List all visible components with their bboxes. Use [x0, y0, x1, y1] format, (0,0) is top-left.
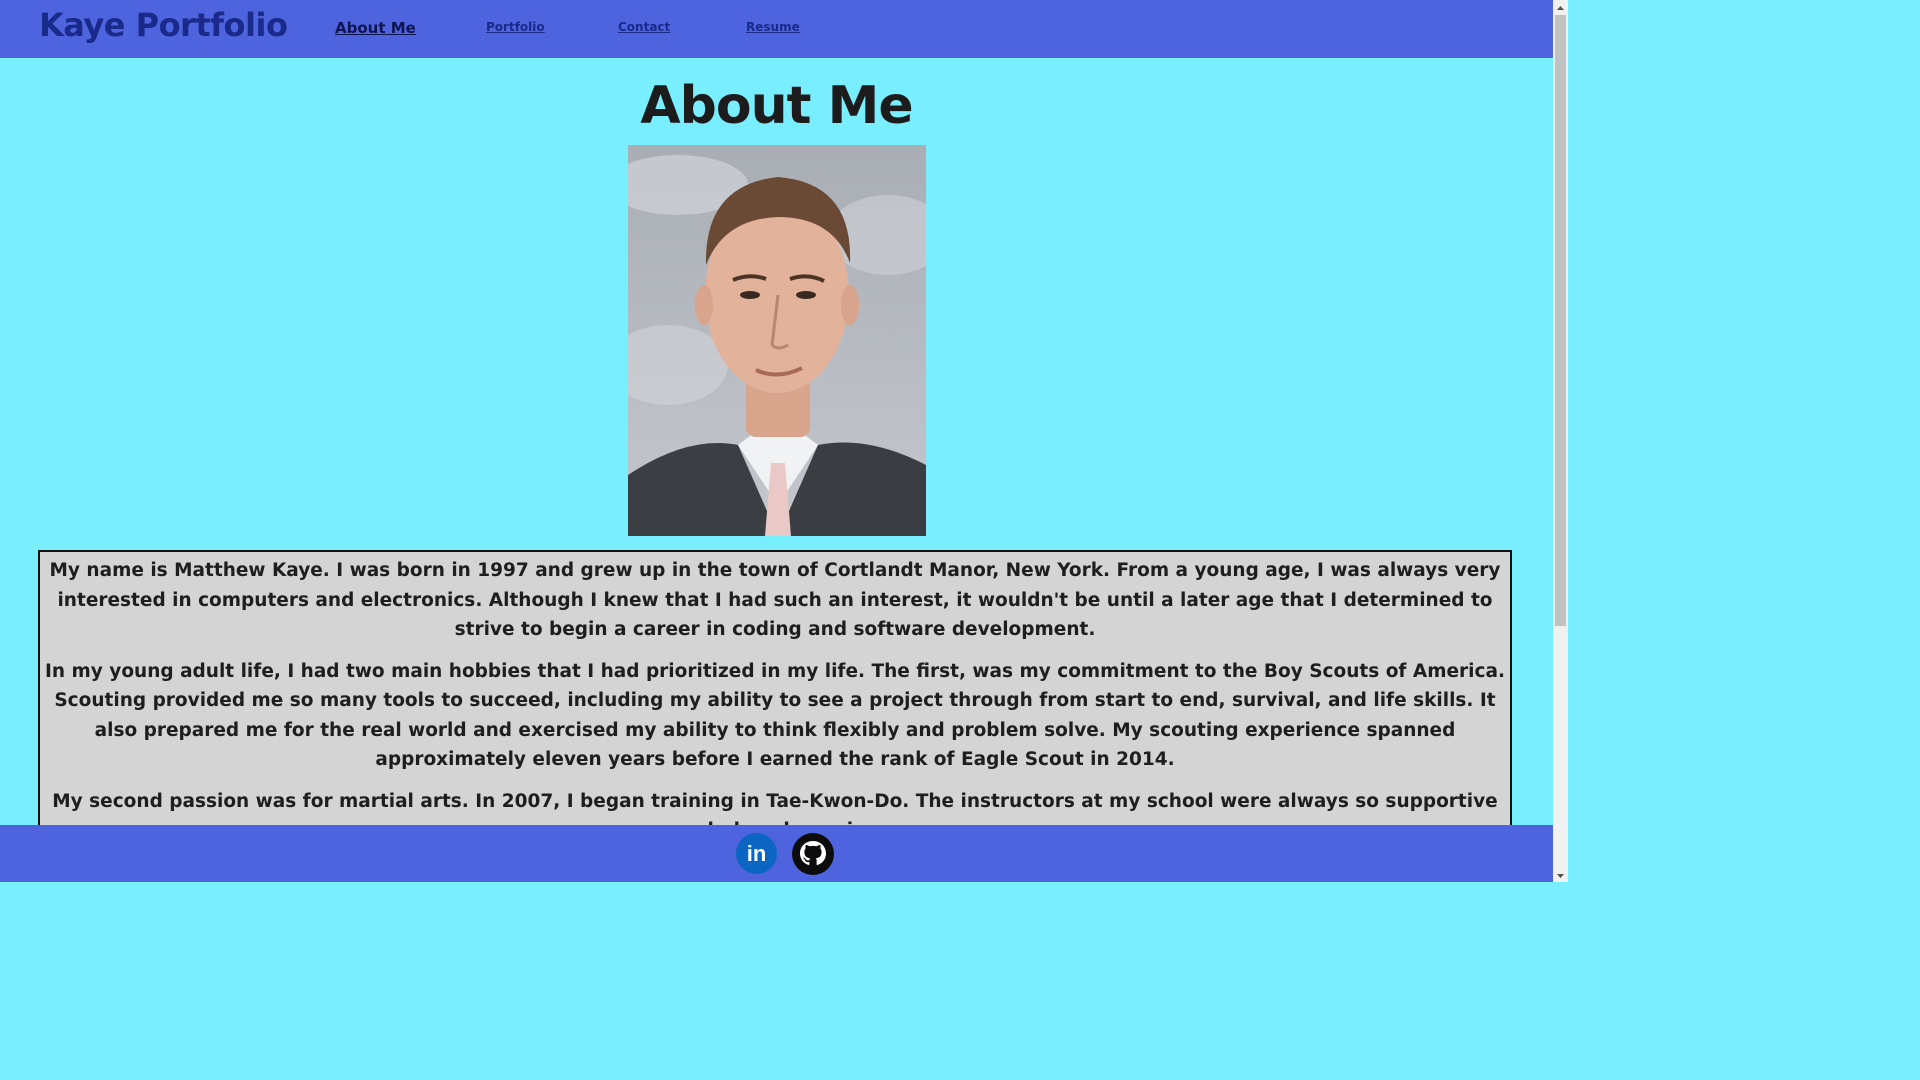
- scrollbar-thumb[interactable]: [1555, 15, 1566, 626]
- svg-text:in: in: [747, 841, 767, 866]
- nav-link-about-me[interactable]: About Me: [335, 19, 416, 37]
- scroll-down-arrow[interactable]: [1553, 868, 1568, 882]
- bio-paragraph: My name is Matthew Kaye. I was born in 1…: [49, 560, 1501, 640]
- linkedin-link[interactable]: in: [736, 833, 777, 874]
- page-title: About Me: [640, 76, 913, 136]
- site-brand[interactable]: Kaye Portfolio: [39, 6, 288, 44]
- nav-link-resume[interactable]: Resume: [746, 20, 800, 34]
- portrait-illustration: [628, 145, 926, 536]
- vertical-scrollbar[interactable]: [1553, 0, 1568, 882]
- linkedin-icon: in: [736, 833, 777, 874]
- nav-link-portfolio[interactable]: Portfolio: [486, 20, 545, 34]
- profile-photo: [628, 145, 926, 536]
- github-icon: [792, 833, 834, 875]
- triangle-down-icon: [1557, 874, 1564, 878]
- triangle-up-icon: [1557, 6, 1564, 10]
- nav-link-contact[interactable]: Contact: [618, 20, 670, 34]
- footer: in: [0, 825, 1553, 882]
- github-link[interactable]: [792, 833, 834, 875]
- top-navbar: Kaye Portfolio About Me Portfolio Contac…: [0, 0, 1553, 58]
- scroll-up-arrow[interactable]: [1553, 0, 1568, 14]
- bio-paragraph: In my young adult life, I had two main h…: [45, 660, 1505, 771]
- page: Kaye Portfolio About Me Portfolio Contac…: [0, 0, 1568, 882]
